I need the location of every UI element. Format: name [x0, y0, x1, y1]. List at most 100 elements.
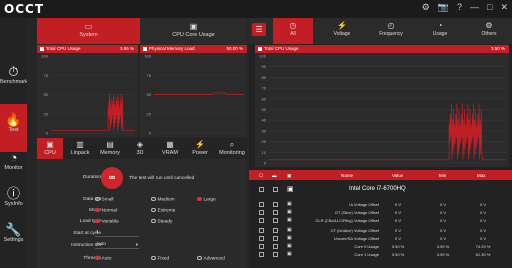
tab-label: Memory [100, 150, 120, 156]
cpu-usage-chart: Total CPU Usage 3.95 % 100 75 50 25 0 [37, 45, 138, 137]
tab-voltage[interactable]: ⚡ Voltage [322, 18, 362, 44]
monitoring-panel: ☰ ◷ All ⚡ Voltage ◴ Frequency ◔ Usage ⚙ Other… [249, 18, 512, 268]
option-label: Extreme [157, 208, 176, 214]
usage-line [154, 92, 244, 95]
help-icon[interactable]: ? [457, 2, 462, 13]
tab-all[interactable]: ◷ All [273, 18, 313, 44]
column-min[interactable]: Min [439, 173, 446, 178]
row-checkbox[interactable] [259, 244, 264, 249]
tab-cpu-core-usage[interactable]: ▣ CPU Core Usage [140, 18, 247, 44]
sidebar-item-settings[interactable]: 🔧 Settings [0, 214, 27, 262]
infinite-duration-button[interactable]: ∞ [101, 167, 123, 189]
tab-label: All [290, 31, 296, 37]
tab-3d[interactable]: ◈ 3D [127, 138, 153, 159]
tab-others[interactable]: ⚙ Others [469, 18, 509, 44]
row-graph-checkbox[interactable] [273, 228, 278, 233]
checkbox-icon[interactable] [40, 46, 44, 51]
header-graph-icon[interactable]: ▬ [272, 173, 277, 178]
sensor-name: Core 0 Usage [354, 244, 379, 249]
column-max[interactable]: Max [477, 173, 486, 178]
startcycle-input[interactable]: 1 [95, 229, 139, 237]
tab-memory[interactable]: ▤ Memory [97, 138, 123, 159]
row-graph-checkbox[interactable] [273, 210, 278, 215]
mode-extreme-radio[interactable]: Extreme [151, 207, 176, 214]
duration-label: Duration [82, 175, 101, 180]
chart-header: Physical Memory Load 50.00 % [140, 45, 247, 53]
row-graph-checkbox[interactable] [273, 252, 278, 257]
tab-vram[interactable]: ▦ VRAM [157, 138, 183, 159]
table-row[interactable]: ▣ Uncore/SA Voltage Offset 0 V 0 V 0 V [249, 235, 512, 243]
sensor-icon: ▣ [287, 217, 292, 223]
column-value[interactable]: Value [392, 173, 403, 178]
minimize-icon[interactable]: — [470, 2, 479, 13]
y-tick-label: 25 [147, 111, 152, 116]
table-row[interactable]: ▣ Core 0 Usage 3.90 % 3.90 % 74.20 % [249, 243, 512, 251]
sensor-name: IA Voltage Offset [349, 202, 379, 207]
tab-label: Frequency [379, 31, 403, 37]
sensor-min: 3.90 % [436, 244, 450, 249]
sensor-max: 61.30 % [475, 252, 491, 257]
table-row[interactable]: ▣ IA Voltage Offset 0 V 0 V 0 V [249, 201, 512, 209]
close-icon[interactable]: ✕ [500, 2, 508, 13]
settings-gear-icon[interactable]: ⚙ [422, 2, 430, 13]
threads-advanced-radio[interactable]: Advanced [197, 255, 225, 261]
table-row[interactable]: ▣ Core 1 Usage 3.90 % 3.90 % 61.30 % [249, 251, 512, 259]
camera-icon[interactable]: 📷 [438, 2, 449, 13]
row-graph-checkbox[interactable] [273, 202, 278, 207]
cpu-group-header: ▣ Intel Core i7-6700HQ [249, 182, 512, 198]
radio-icon [151, 218, 156, 223]
loadtype-row: Load type Variable Steady [37, 217, 247, 227]
loadtype-variable-radio[interactable]: Variable [95, 218, 119, 224]
instruction-set-select[interactable]: Auto ▾ [95, 241, 139, 249]
test-panel: ▭ System ▣ CPU Core Usage Total CPU Usag… [27, 18, 249, 268]
tab-linpack[interactable]: ▥ Linpack [67, 138, 93, 159]
table-row[interactable]: ▣ GT (Unslice) Voltage Offset 0 V 0 V 0 V [249, 227, 512, 235]
table-row[interactable]: ▣ GT (Slice) Voltage Offset 0 V 0 V 0 V [249, 209, 512, 217]
tab-frequency[interactable]: ◴ Frequency [371, 18, 411, 44]
power-icon: ⚡ [195, 140, 205, 149]
hamburger-menu-icon[interactable]: ☰ [252, 23, 266, 36]
tab-usage[interactable]: ◔ Usage [420, 18, 460, 44]
tab-cpu[interactable]: ▣ CPU [37, 138, 63, 159]
instruction-row: Instruction set Auto ▾ [37, 241, 247, 251]
startcycle-row: Start at cycle 1 [37, 229, 247, 239]
row-checkbox[interactable] [259, 202, 264, 207]
threads-auto-radio[interactable]: Auto [95, 255, 111, 261]
group-checkbox[interactable] [259, 187, 264, 192]
table-row[interactable]: ▣ CLR (CBo/LLC/Ring) Voltage Offset 0 V 0 V… [249, 217, 512, 225]
checkbox-icon[interactable] [143, 46, 147, 51]
row-graph-checkbox[interactable] [273, 244, 278, 249]
row-checkbox[interactable] [259, 210, 264, 215]
tab-monitoring[interactable]: ⌕ Monitoring [217, 138, 247, 159]
sensor-value: 0 V [394, 210, 401, 215]
voltage-icon: ⚡ [337, 21, 347, 30]
tab-power[interactable]: ⚡ Power [187, 138, 213, 159]
row-checkbox[interactable] [259, 218, 264, 223]
group-graph-checkbox[interactable] [273, 187, 278, 192]
dataset-small-radio[interactable]: Small [95, 196, 114, 202]
dataset-medium-radio[interactable]: Medium [151, 196, 175, 202]
mode-row: Mode Normal Extreme [37, 206, 247, 216]
sensor-table-header: ☐ ▬ ▣ Name Value Min Max [249, 170, 512, 180]
maximize-icon[interactable]: □ [487, 2, 492, 13]
sensor-icon: ▣ [287, 201, 292, 207]
dataset-large-radio[interactable]: Large [197, 196, 216, 202]
sensor-value: 3.90 % [391, 244, 405, 249]
checkbox-icon[interactable] [258, 46, 262, 51]
mode-normal-radio[interactable]: Normal [95, 207, 117, 213]
sidebar-item-benchmark[interactable]: ⏱ Benchmark [0, 56, 28, 104]
sidebar: ⏱ Benchmark 🔥 Test ◔ Monitor ⓘ SysInfo 🔧… [0, 18, 28, 268]
header-chart-icon[interactable]: ▣ [287, 173, 291, 179]
row-checkbox[interactable] [259, 252, 264, 257]
row-checkbox[interactable] [259, 228, 264, 233]
column-name[interactable]: Name [341, 173, 353, 178]
tab-system[interactable]: ▭ System [37, 18, 140, 44]
header-check-icon[interactable]: ☐ [259, 173, 263, 179]
sensor-icon: ▣ [287, 227, 292, 233]
chip-icon: ▣ [287, 186, 294, 193]
loadtype-steady-radio[interactable]: Steady [151, 218, 172, 224]
row-graph-checkbox[interactable] [273, 218, 278, 223]
threads-fixed-radio[interactable]: Fixed [151, 255, 169, 261]
row-checkbox[interactable] [259, 236, 264, 241]
row-graph-checkbox[interactable] [273, 236, 278, 241]
